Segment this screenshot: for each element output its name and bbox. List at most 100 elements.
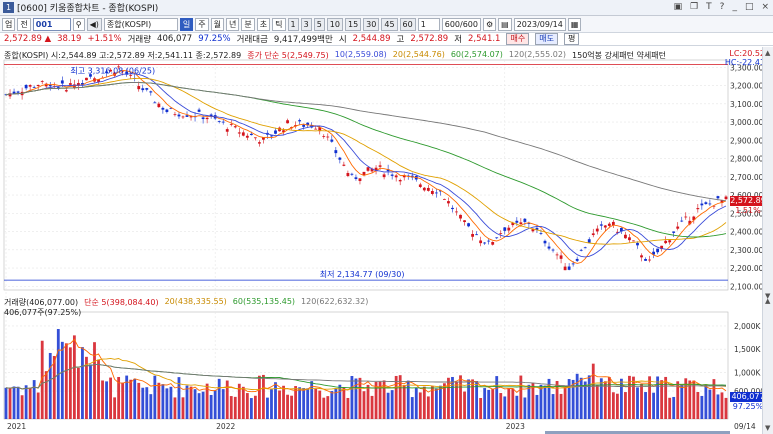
ma60-line [5, 81, 727, 238]
period-week[interactable]: 주 [195, 17, 209, 31]
volume-bar [12, 386, 16, 419]
volume-bar [89, 364, 92, 419]
period-year[interactable]: 년 [226, 17, 240, 31]
speaker-icon[interactable]: ◀) [86, 17, 102, 31]
minute-1[interactable]: 1 [287, 17, 299, 31]
minute-3[interactable]: 3 [300, 17, 312, 31]
period-day[interactable]: 일 [179, 17, 194, 31]
price-ma-lines [5, 70, 727, 264]
restore-icon[interactable]: ❐ [690, 2, 698, 12]
settings-icon[interactable]: ⚙ [482, 17, 497, 31]
volume-bar [583, 381, 587, 419]
market-select[interactable]: 업 [2, 17, 16, 31]
candle-body [221, 121, 225, 123]
legend-ma-title: 종가 단순 5(2,549.75) [247, 51, 329, 60]
price-change: 38.19 [57, 34, 82, 44]
candle-body [595, 228, 599, 232]
volume-bar [342, 387, 346, 419]
period-tick[interactable]: 틱 [272, 17, 286, 31]
scroll-down-icon-2[interactable]: ▼ [765, 424, 770, 432]
volume-bar [161, 384, 165, 419]
price-bar: 2,572.89 ▲ 38.19 +1.51% 거래량 406,077 97.2… [0, 33, 773, 46]
volume-bar [720, 392, 724, 419]
axes: 3,300.003,200.003,100.003,000.002,900.00… [7, 63, 765, 431]
candle-body [28, 85, 32, 87]
flat-button[interactable]: 평 [563, 33, 580, 45]
link-icon[interactable]: ▣ [674, 2, 683, 12]
chart-canvas[interactable]: 3,300.003,200.003,100.003,000.002,900.00… [0, 47, 773, 434]
candle-body [249, 133, 253, 136]
candle-body [382, 174, 386, 178]
volume-bar [213, 390, 217, 419]
minute-45[interactable]: 45 [381, 17, 398, 31]
candle-body [547, 246, 551, 249]
help-icon[interactable]: ? [720, 2, 725, 12]
volume-bar [515, 395, 519, 419]
volume-pct-tag: 97.25% [732, 402, 764, 411]
period-minute[interactable]: 분 [241, 17, 255, 31]
sell-button[interactable]: 매도 [535, 33, 558, 45]
font-icon[interactable]: T [706, 2, 712, 12]
count-total[interactable]: 600/600 [441, 17, 481, 31]
volume-bar [394, 375, 398, 419]
candle-body [145, 88, 149, 90]
volume-bar [439, 385, 442, 419]
volume-bar [527, 384, 531, 419]
save-icon[interactable]: ▤ [498, 17, 512, 31]
candle-body [664, 240, 668, 244]
period-month[interactable]: 월 [210, 17, 225, 31]
volume-bar [286, 394, 289, 419]
date-input[interactable]: 2023/09/14 [513, 17, 566, 31]
count-input[interactable]: 1 [417, 17, 440, 31]
legend-note: 150억봉 강세패턴 약세패턴 [572, 51, 666, 60]
volume-bar [24, 385, 28, 419]
maximize-button[interactable]: □ [745, 2, 754, 12]
volume-bar [704, 384, 708, 419]
legend-ma120: 120(2,555.02) [508, 50, 567, 59]
candle-body [350, 173, 354, 175]
volume-bar [153, 375, 157, 419]
candle-body [603, 225, 607, 228]
volume-bar [36, 392, 40, 419]
scroll-up-icon[interactable]: ▲ [765, 49, 770, 57]
low-value: 2,541.1 [468, 34, 501, 44]
stock-name: 종합(KOSPI) [103, 17, 178, 31]
volume-bar [563, 387, 567, 419]
type-select[interactable]: 전 [17, 17, 31, 31]
candle-body [426, 187, 430, 191]
vertical-scrollbar[interactable]: ▲ ▼ ▲ ▼ [762, 47, 773, 434]
candle-body [16, 91, 20, 93]
minute-5[interactable]: 5 [313, 17, 325, 31]
candle-body [447, 201, 450, 204]
scroll-up-icon-2[interactable]: ▲ [765, 297, 770, 305]
volume-bar [539, 384, 543, 419]
close-button[interactable]: × [761, 2, 769, 12]
candle-body [567, 266, 571, 270]
code-input[interactable]: 001 [32, 17, 71, 31]
minute-30[interactable]: 30 [363, 17, 380, 31]
volume-bar [535, 394, 539, 419]
minute-15[interactable]: 15 [344, 17, 362, 31]
volume-percent-label: 406,077주(97.25%) [4, 308, 82, 317]
minute-60[interactable]: 60 [399, 17, 416, 31]
legend-vol-ma120: 120(622,632.32) [301, 297, 369, 306]
volume-bar [624, 392, 627, 419]
period-second[interactable]: 초 [256, 17, 271, 31]
volume-bar [567, 379, 571, 419]
volume-bar [551, 394, 555, 419]
search-icon[interactable]: ⚲ [72, 17, 85, 31]
calendar-icon[interactable]: ▦ [567, 17, 582, 31]
candle-body [483, 242, 487, 244]
volume-bar [692, 380, 696, 419]
minimize-button[interactable]: _ [732, 2, 737, 12]
volume-bar [32, 380, 36, 419]
volume-bar [724, 397, 728, 419]
minute-10[interactable]: 10 [326, 17, 343, 31]
buy-button[interactable]: 매수 [506, 33, 530, 45]
volume-bar [410, 397, 414, 419]
volume-bar [499, 393, 503, 419]
volume-bar [209, 394, 213, 419]
legend-ma10: 10(2,559.08) [334, 50, 387, 59]
volume-bar [109, 377, 112, 419]
volume-label: 거래량 [127, 35, 152, 45]
